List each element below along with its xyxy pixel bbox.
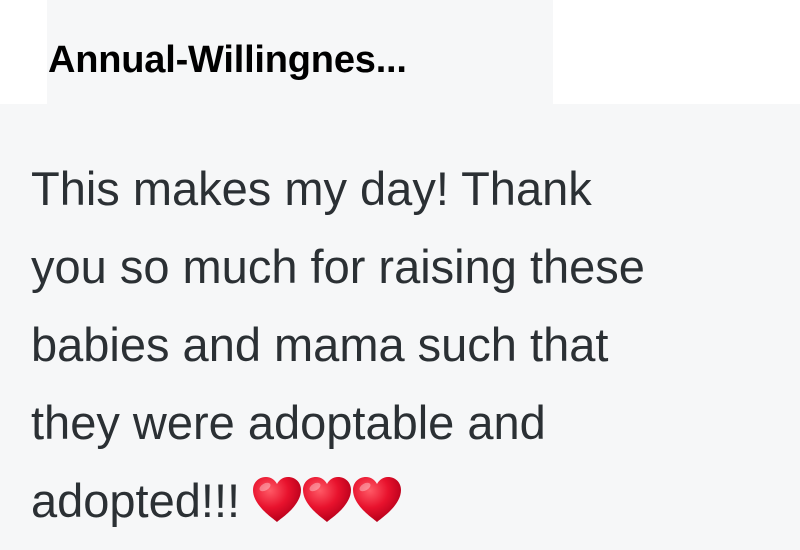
red-heart-icon <box>300 475 354 525</box>
red-heart-icon <box>250 475 304 525</box>
comment-line-4: they were adoptable and <box>31 396 546 449</box>
comment-line-5: adopted!!! <box>31 462 791 548</box>
comment-line-3: babies and mama such that <box>31 318 609 371</box>
comment-username[interactable]: Annual-Willingnes... <box>48 36 407 84</box>
comment-line-2: you so much for raising these <box>31 240 645 293</box>
comment-line-1: This makes my day! Thank <box>31 162 592 215</box>
comment-line-5-text: adopted!!! <box>31 474 241 527</box>
red-heart-icon <box>350 475 404 525</box>
comment-screenshot: Annual-Willingnes... This makes my day! … <box>0 0 800 550</box>
comment-body: This makes my day! Thank you so much for… <box>31 150 791 548</box>
hearts-emoji-group <box>250 470 402 548</box>
